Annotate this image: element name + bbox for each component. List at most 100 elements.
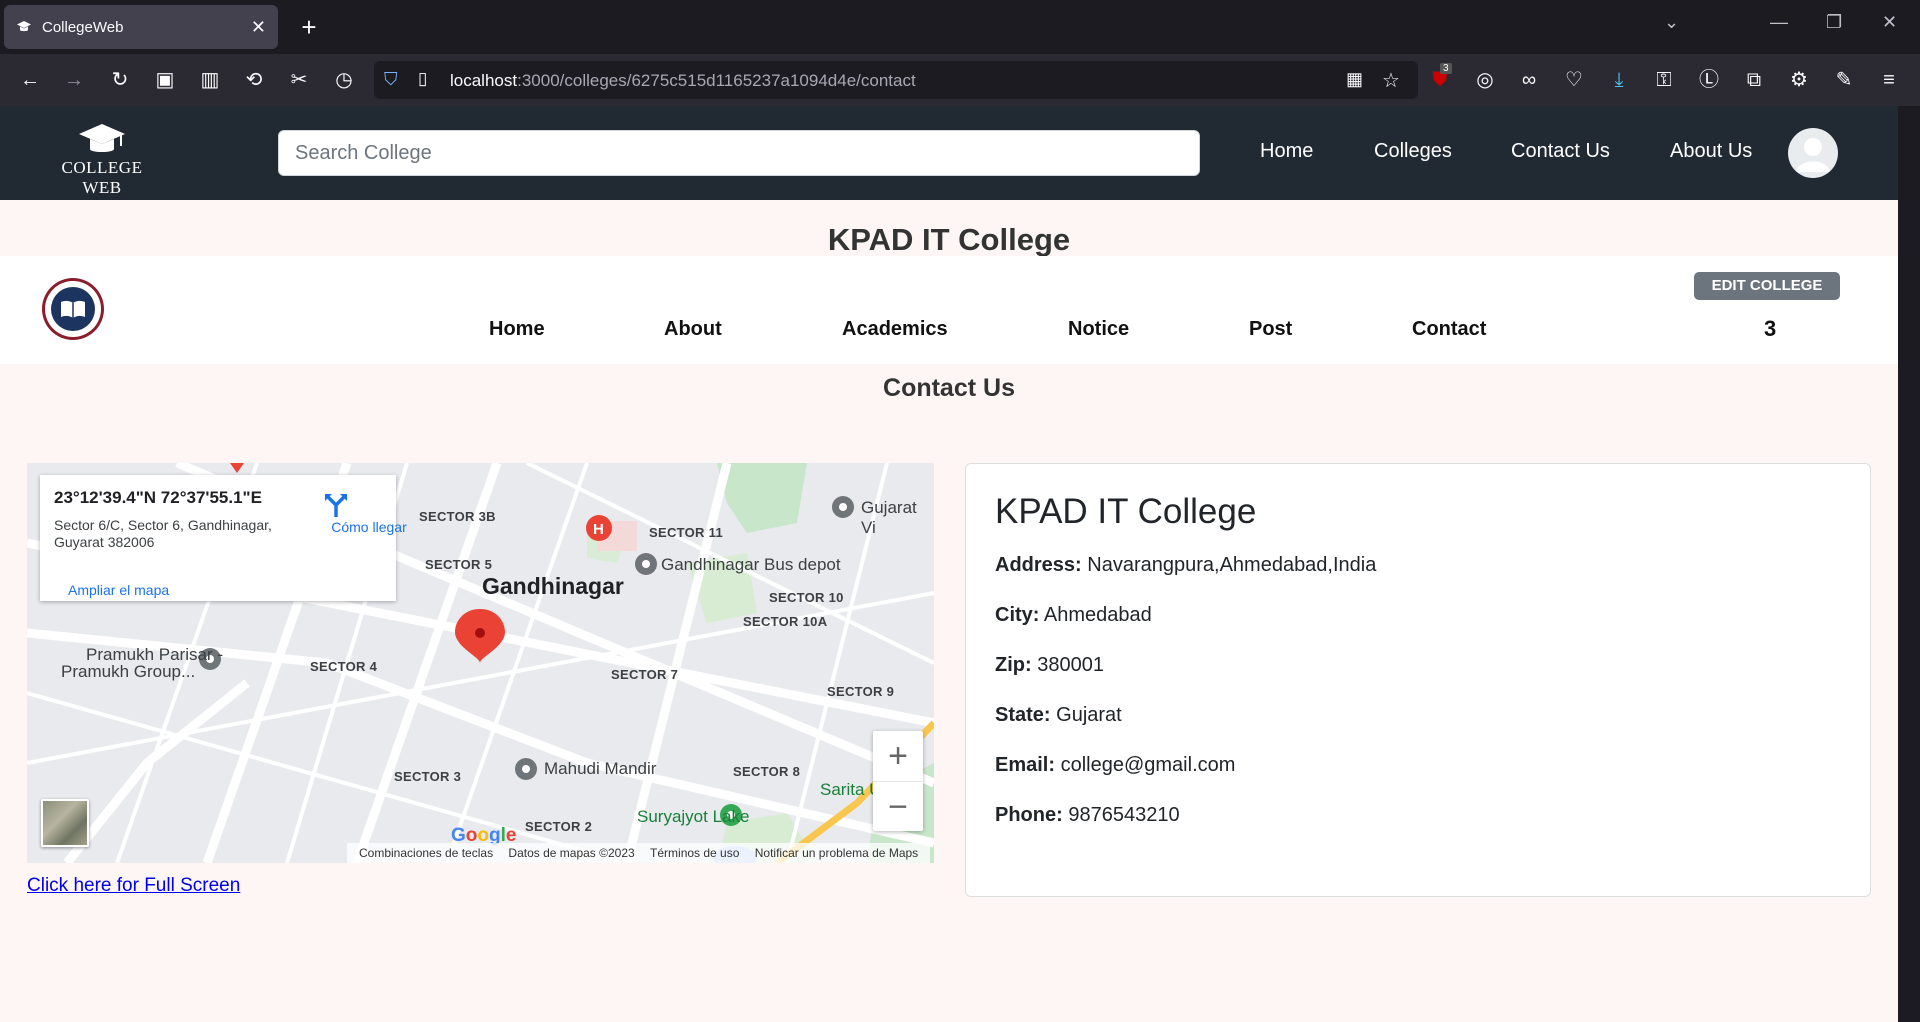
book-icon [61,300,85,318]
reload-icon[interactable]: ↻ [106,66,134,94]
college-count: 3 [1764,316,1777,341]
shield-icon[interactable]: ⛉ [384,69,398,90]
map-sector-label: SECTOR 8 [733,764,801,779]
college-nav-notice[interactable]: Notice [1068,318,1129,341]
state-row: State: Gujarat [995,704,1122,726]
report-problem-link[interactable]: Notificar un problema de Maps [755,846,918,860]
nav-about-us[interactable]: About Us [1670,140,1752,163]
map-sector-label: SECTOR 2 [525,819,593,834]
extensions-puzzle-icon[interactable]: ⧉ [1740,66,1768,94]
map-attribution: Combinaciones de teclas Datos de mapas ©… [347,843,931,863]
key-icon[interactable]: ⚿ [1650,66,1678,94]
back-icon[interactable]: ← [16,66,44,94]
college-title: KPAD IT College [827,222,1071,257]
nav-contact-us[interactable]: Contact Us [1511,140,1610,163]
zoom-out-button[interactable]: − [873,781,923,831]
college-nav-about[interactable]: About [664,318,722,341]
contact-card: KPAD IT College Address: Navarangpura,Ah… [965,463,1871,897]
card-college-name: KPAD IT College [995,492,1257,531]
profile-l-icon[interactable]: Ⓛ [1695,66,1723,94]
pen-icon[interactable]: ✎ [1830,66,1858,94]
history-icon[interactable]: ⟲ [240,66,268,94]
bookmark-star-icon[interactable]: ☆ [1382,68,1400,93]
college-nav-bar: Home About Academics Notice Post Contact… [0,256,1898,364]
edit-college-button[interactable]: EDIT COLLEGE [1694,272,1840,300]
address-bar[interactable]: ⛉ ▯ localhost:3000/colleges/6275c515d116… [374,61,1418,99]
fullscreen-map-link[interactable]: Click here for Full Screen [27,875,240,897]
college-web-logo[interactable]: COLLEGE WEB [40,122,164,197]
satellite-toggle-button[interactable] [41,799,89,847]
close-window-icon[interactable]: ✕ [1882,12,1897,33]
minimize-icon[interactable]: — [1770,12,1788,33]
settings-gear-icon[interactable]: ⚙ [1785,66,1813,94]
tab-title: CollegeWeb [42,18,124,36]
glasses-extension-icon[interactable]: ◎ [1471,66,1499,94]
browser-tab-bar: CollegeWeb ✕ + ⌄ — ❐ ✕ [0,0,1920,54]
college-nav-home[interactable]: Home [489,318,545,341]
college-nav-academics[interactable]: Academics [842,318,948,341]
college-nav-post[interactable]: Post [1249,318,1292,341]
map-sector-label: SECTOR 7 [611,667,679,682]
search-college-input[interactable]: Search College [278,130,1200,176]
svg-text:H: H [593,521,604,538]
restore-icon[interactable]: ❐ [1826,12,1842,33]
keyboard-shortcuts-link[interactable]: Combinaciones de teclas [359,846,493,860]
directions-label: Cómo llegar [331,519,407,535]
address-row: Address: Navarangpura,Ahmedabad,India [995,554,1377,576]
map-place-gujarat[interactable]: Gujarat Vi [861,498,934,538]
pocket-icon[interactable]: ♡ [1560,66,1588,94]
extension-badge: 3 [1440,63,1452,74]
map-sector-label: SECTOR 10 [769,590,844,605]
map-place-pramukh[interactable]: Pramukh Group... [61,662,195,682]
graduation-cap-favicon-icon [16,19,32,35]
map-sector-label: SECTOR 9 [827,684,895,699]
map-place-lake[interactable]: Suryajyot Lake [637,807,749,827]
tab-list-chevron-icon[interactable]: ⌄ [1664,12,1679,33]
zip-row: Zip: 380001 [995,654,1104,676]
browser-toolbar: ← → ↻ ▣ ▥ ⟲ ✂ ◷ ⛉ ▯ localhost:3000/colle… [0,54,1920,106]
map-sector-label: SECTOR 4 [310,659,378,674]
graduation-cap-icon [77,122,127,156]
new-tab-button[interactable]: + [292,10,326,44]
zoom-in-button[interactable]: + [873,731,923,781]
clock-icon[interactable]: ◷ [330,66,358,94]
map-data-text: Datos de mapas ©2023 [508,846,635,860]
nav-home[interactable]: Home [1260,140,1313,163]
city-row: City: Ahmedabad [995,604,1152,626]
reader-view-icon[interactable]: ▥ [196,66,224,94]
terms-link[interactable]: Términos de uso [650,846,739,860]
google-map[interactable]: H Gandhinagar SECTOR 3B SECTOR 11 SECTOR… [27,463,934,863]
college-nav-contact[interactable]: Contact [1412,318,1486,341]
page-icon: ▯ [418,69,428,88]
qr-code-icon[interactable]: ▦ [1346,69,1363,90]
page-scrollbar[interactable] [1898,106,1920,1022]
scissors-icon[interactable]: ✂ [285,66,313,94]
college-seal-logo [42,278,104,340]
search-placeholder: Search College [295,141,432,164]
download-icon[interactable]: ⤓ [1605,66,1633,94]
map-sector-label: SECTOR 3B [419,509,496,524]
url-text: localhost:3000/colleges/6275c515d1165237… [450,71,916,90]
logo-text: COLLEGE WEB [61,158,143,197]
browser-tab[interactable]: CollegeWeb ✕ [4,5,278,49]
enlarge-map-link[interactable]: Ampliar el mapa [68,582,169,598]
map-zoom-control: + − [873,731,923,831]
close-tab-icon[interactable]: ✕ [251,17,266,38]
map-place-mahudi[interactable]: Mahudi Mandir [544,759,656,779]
email-row: Email: college@gmail.com [995,754,1236,776]
forward-icon[interactable]: → [60,66,88,94]
phone-row: Phone: 9876543210 [995,804,1180,826]
map-sector-label: SECTOR 10A [743,614,828,629]
map-place-bus-depot[interactable]: Gandhinagar Bus depot [661,555,841,575]
page-content: COLLEGE WEB Search College Home Colleges… [0,106,1898,1022]
directions-arrow-icon [324,491,414,519]
nav-colleges[interactable]: Colleges [1374,140,1452,163]
user-avatar[interactable] [1788,128,1838,178]
map-address: Sector 6/C, Sector 6, Gandhinagar, Guyar… [54,517,272,550]
map-info-box: 23°12'39.4"N 72°37'55.1"E Sector 6/C, Se… [40,475,407,601]
menu-hamburger-icon[interactable]: ≡ [1875,66,1903,94]
directions-link[interactable]: Cómo llegar [324,491,414,535]
map-sector-label: SECTOR 3 [394,769,462,784]
mask-icon[interactable]: ∞ [1515,66,1543,94]
screenshot-icon[interactable]: ▣ [151,66,179,94]
